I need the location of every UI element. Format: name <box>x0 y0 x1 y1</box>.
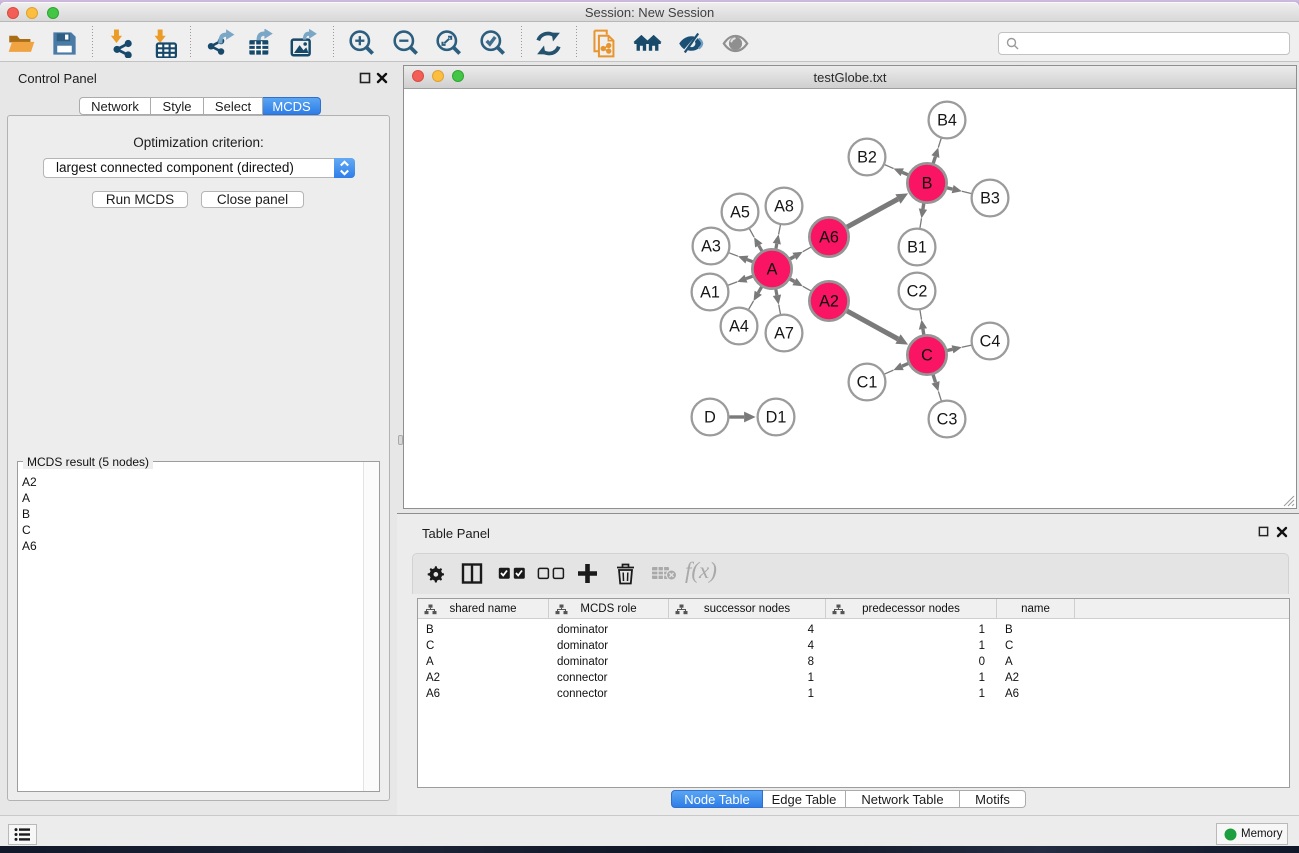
svg-text:A5: A5 <box>730 204 750 222</box>
svg-text:A7: A7 <box>774 325 794 343</box>
svg-text:B1: B1 <box>907 239 927 257</box>
svg-text:C1: C1 <box>857 374 878 392</box>
svg-text:C3: C3 <box>937 411 958 429</box>
svg-text:A8: A8 <box>774 198 794 216</box>
svg-text:D1: D1 <box>766 409 787 427</box>
svg-text:B4: B4 <box>937 112 957 130</box>
svg-text:A6: A6 <box>819 229 839 247</box>
svg-text:A3: A3 <box>701 238 721 256</box>
svg-text:D: D <box>704 409 716 427</box>
svg-text:C4: C4 <box>980 333 1001 351</box>
svg-text:A: A <box>767 261 778 279</box>
svg-text:A2: A2 <box>819 293 839 311</box>
svg-text:A1: A1 <box>700 284 720 302</box>
svg-text:B3: B3 <box>980 190 1000 208</box>
svg-text:A4: A4 <box>729 318 749 336</box>
svg-text:B2: B2 <box>857 149 877 167</box>
svg-text:C2: C2 <box>907 283 928 301</box>
svg-text:B: B <box>922 175 933 193</box>
svg-text:C: C <box>921 347 933 365</box>
